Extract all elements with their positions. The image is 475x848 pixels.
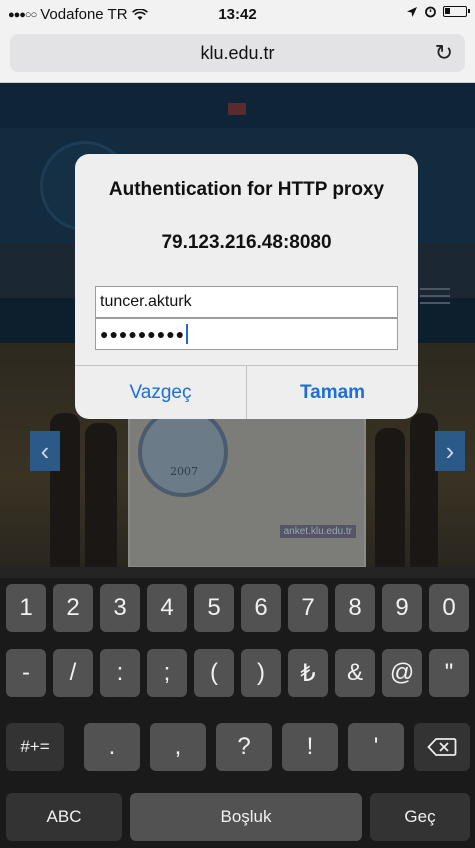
key-quote[interactable]: ": [429, 649, 469, 697]
key-0[interactable]: 0: [429, 584, 469, 632]
key-question[interactable]: ?: [216, 723, 272, 771]
key-space[interactable]: Boşluk: [130, 793, 362, 841]
username-field[interactable]: tuncer.akturk: [95, 286, 398, 318]
slider-next-button[interactable]: ›: [435, 431, 465, 471]
key-comma[interactable]: ,: [150, 723, 206, 771]
key-semicolon[interactable]: ;: [147, 649, 187, 697]
key-slash[interactable]: /: [53, 649, 93, 697]
password-value: ●●●●●●●●●: [100, 326, 186, 342]
username-value: tuncer.akturk: [100, 293, 192, 310]
battery-icon: [443, 6, 470, 17]
key-exclamation[interactable]: !: [282, 723, 338, 771]
banner-url: anket.klu.edu.tr: [279, 525, 356, 538]
key-apostrophe[interactable]: ': [348, 723, 404, 771]
url-text: klu.edu.tr: [200, 42, 275, 63]
key-hyphen[interactable]: -: [6, 649, 46, 697]
key-backspace[interactable]: [414, 723, 470, 771]
key-2[interactable]: 2: [53, 584, 93, 632]
keyboard: 1 2 3 4 5 6 7 8 9 0 - / : ; ( ) ₺ & @ " …: [0, 567, 475, 848]
auth-dialog: Authentication for HTTP proxy 79.123.216…: [75, 154, 418, 419]
ok-button[interactable]: Tamam: [247, 366, 418, 419]
key-3[interactable]: 3: [100, 584, 140, 632]
alarm-icon: [425, 6, 436, 18]
status-bar: ●●●○○ Vodafone TR 13:42: [0, 0, 475, 30]
key-5[interactable]: 5: [194, 584, 234, 632]
cancel-button[interactable]: Vazgeç: [75, 366, 246, 419]
location-arrow-icon: [407, 6, 417, 17]
university-seal-icon: [138, 407, 228, 497]
reload-icon[interactable]: ↻: [435, 40, 453, 66]
backspace-icon: [427, 738, 457, 756]
banner-year: 2007: [170, 465, 198, 478]
key-4[interactable]: 4: [147, 584, 187, 632]
keyboard-top-edge: [0, 567, 475, 578]
key-7[interactable]: 7: [288, 584, 328, 632]
key-9[interactable]: 9: [382, 584, 422, 632]
address-bar[interactable]: klu.edu.tr ↻: [10, 34, 465, 72]
key-period[interactable]: .: [84, 723, 140, 771]
key-open-paren[interactable]: (: [194, 649, 234, 697]
dialog-proxy-host: 79.123.216.48:8080: [161, 232, 332, 253]
slider-prev-button[interactable]: ‹: [30, 431, 60, 471]
key-at[interactable]: @: [382, 649, 422, 697]
survey-banner[interactable]: 2007 anket.klu.edu.tr: [128, 393, 366, 567]
key-more-symbols[interactable]: #+=: [6, 723, 64, 771]
key-lira[interactable]: ₺: [288, 649, 328, 697]
key-abc[interactable]: ABC: [6, 793, 122, 841]
key-colon[interactable]: :: [100, 649, 140, 697]
browser-toolbar: klu.edu.tr ↻: [0, 30, 475, 83]
key-ampersand[interactable]: &: [335, 649, 375, 697]
dialog-title: Authentication for HTTP proxy: [108, 179, 385, 200]
clock: 13:42: [218, 6, 257, 23]
key-8[interactable]: 8: [335, 584, 375, 632]
key-go[interactable]: Geç: [370, 793, 470, 841]
uk-flag-icon[interactable]: [228, 103, 246, 115]
status-right-icons: [406, 5, 470, 18]
key-close-paren[interactable]: ): [241, 649, 281, 697]
password-field[interactable]: ●●●●●●●●●: [95, 318, 398, 350]
text-caret: [186, 324, 189, 344]
key-1[interactable]: 1: [6, 584, 46, 632]
key-6[interactable]: 6: [241, 584, 281, 632]
hamburger-menu-icon[interactable]: [420, 283, 450, 309]
